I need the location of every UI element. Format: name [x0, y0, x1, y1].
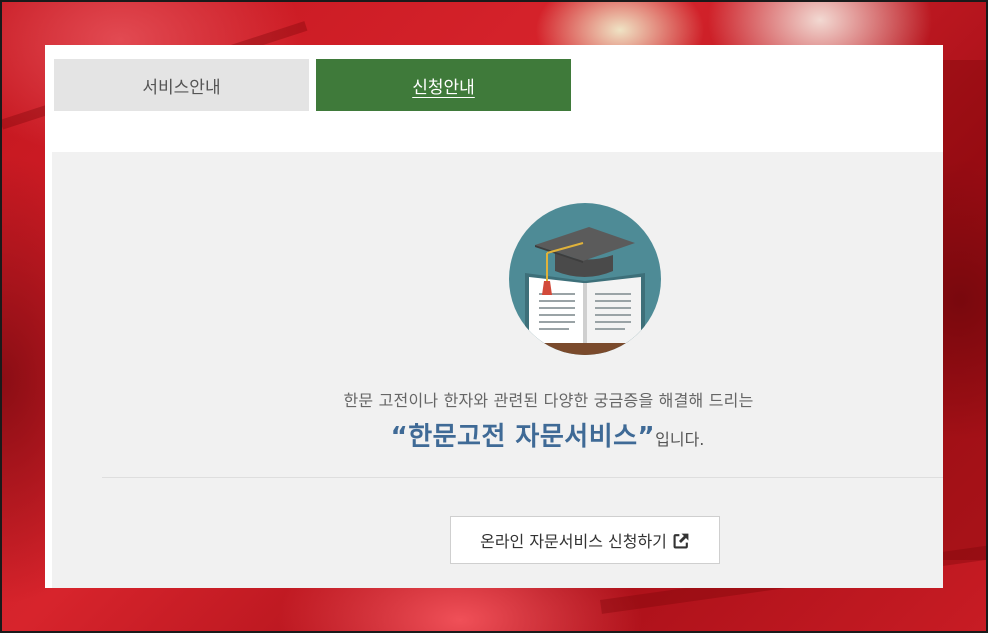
online-apply-button[interactable]: 온라인 자문서비스 신청하기 [450, 516, 720, 564]
service-tagline: “한문고전 자문서비스”입니다. [52, 416, 943, 453]
tab-service-info[interactable]: 서비스안내 [54, 59, 309, 111]
tab-service-info-label: 서비스안내 [142, 77, 221, 98]
tab-application-info-label: 신청안내 [412, 77, 475, 98]
service-name: “한문고전 자문서비스” [390, 422, 656, 452]
tab-application-info[interactable]: 신청안내 [316, 59, 571, 111]
external-link-icon [673, 533, 689, 548]
service-description: 한문 고전이나 한자와 관련된 다양한 궁금증을 해결해 드리는 [343, 391, 754, 410]
tab-bar: 서비스안내 신청안내 [54, 59, 571, 111]
graduation-book-icon [509, 203, 661, 355]
online-apply-button-label: 온라인 자문서비스 신청하기 [480, 532, 667, 551]
content-panel: 서비스안내 신청안내 한문 고전이나 한자와 관련된 다양한 궁금증을 해결해 … [45, 45, 943, 588]
service-intro-section: 한문 고전이나 한자와 관련된 다양한 궁금증을 해결해 드리는 “한문고전 자… [52, 152, 943, 588]
service-suffix: 입니다. [655, 430, 705, 449]
divider [102, 477, 943, 478]
